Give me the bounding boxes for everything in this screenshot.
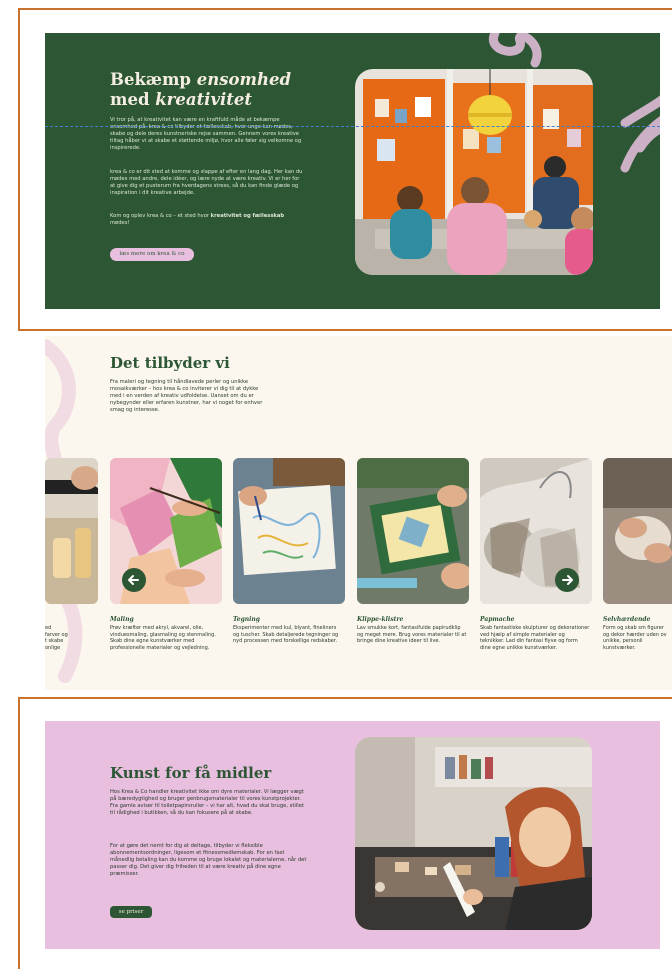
offers-title: Det tilbyder vi	[110, 354, 230, 372]
card-title-selvhaerdende: Selvhærdende	[603, 616, 651, 623]
card-image-partial-left	[45, 458, 98, 604]
carousel-next-button[interactable]	[555, 568, 579, 592]
card-image-selvhaerdende	[603, 458, 672, 604]
kunst-title: Kunst for få midler	[110, 764, 272, 782]
hero-photo	[355, 69, 593, 275]
card-title-klippe-klistre: Klippe-klistre	[357, 616, 404, 623]
card-title-tegning: Tegning	[233, 616, 260, 623]
card-desc-maling: Prøv kræfter med akryl, akvarel, olie, v…	[110, 625, 216, 651]
card-image-tegning	[233, 458, 345, 604]
hero-paragraph-1: Vi tror på, at kreativitet kan være en k…	[110, 117, 302, 151]
offers-section: Det tilbyder vi Fra maleri og tegning ti…	[45, 336, 672, 690]
hero-paragraph-2: krea & co er dit sted at komme og slappe…	[110, 169, 303, 196]
hero-section: Bekæmp ensomhed med kreativitet Vi tror …	[45, 33, 660, 309]
card-partial-left-text: ed farver og t skabe onlige	[45, 625, 68, 651]
card-desc-papmache: Skab fantastiske skulpturer og dekoratio…	[480, 625, 590, 651]
read-more-button[interactable]: læs mere om krea & co	[110, 248, 194, 261]
kunst-section: Kunst for få midler Hos Krea & Co handle…	[45, 721, 660, 949]
arrow-left-icon	[128, 575, 139, 585]
kunst-paragraph-1: Hos Krea & Co handler kreativitet ikke o…	[110, 789, 304, 816]
card-title-papmache: Papmache	[480, 616, 515, 623]
arrow-right-icon	[562, 575, 573, 585]
card-desc-tegning: Eksperimenter med kul, blyant, fineliner…	[233, 625, 339, 645]
offers-intro: Fra maleri og tegning til håndlavede per…	[110, 379, 263, 413]
hero-title: Bekæmp ensomhed med kreativitet	[110, 70, 291, 109]
hero-paragraph-3: Kom og oplev krea & co – et sted hvor kr…	[110, 213, 285, 226]
card-desc-klippe-klistre: Lav smukke kort, fantasifulde papirudkli…	[357, 625, 467, 645]
card-desc-selvhaerdende: Form og skab sm figurer og dekor hærder …	[603, 625, 667, 651]
see-prices-button[interactable]: se priser	[110, 906, 152, 918]
card-image-klippe-klistre	[357, 458, 469, 604]
card-title-maling: Maling	[110, 616, 134, 623]
carousel-prev-button[interactable]	[122, 568, 146, 592]
guide-line	[45, 126, 660, 127]
kunst-paragraph-2: For at gøre det nemt for dig at deltage,…	[110, 843, 307, 877]
kunst-photo	[355, 737, 592, 930]
